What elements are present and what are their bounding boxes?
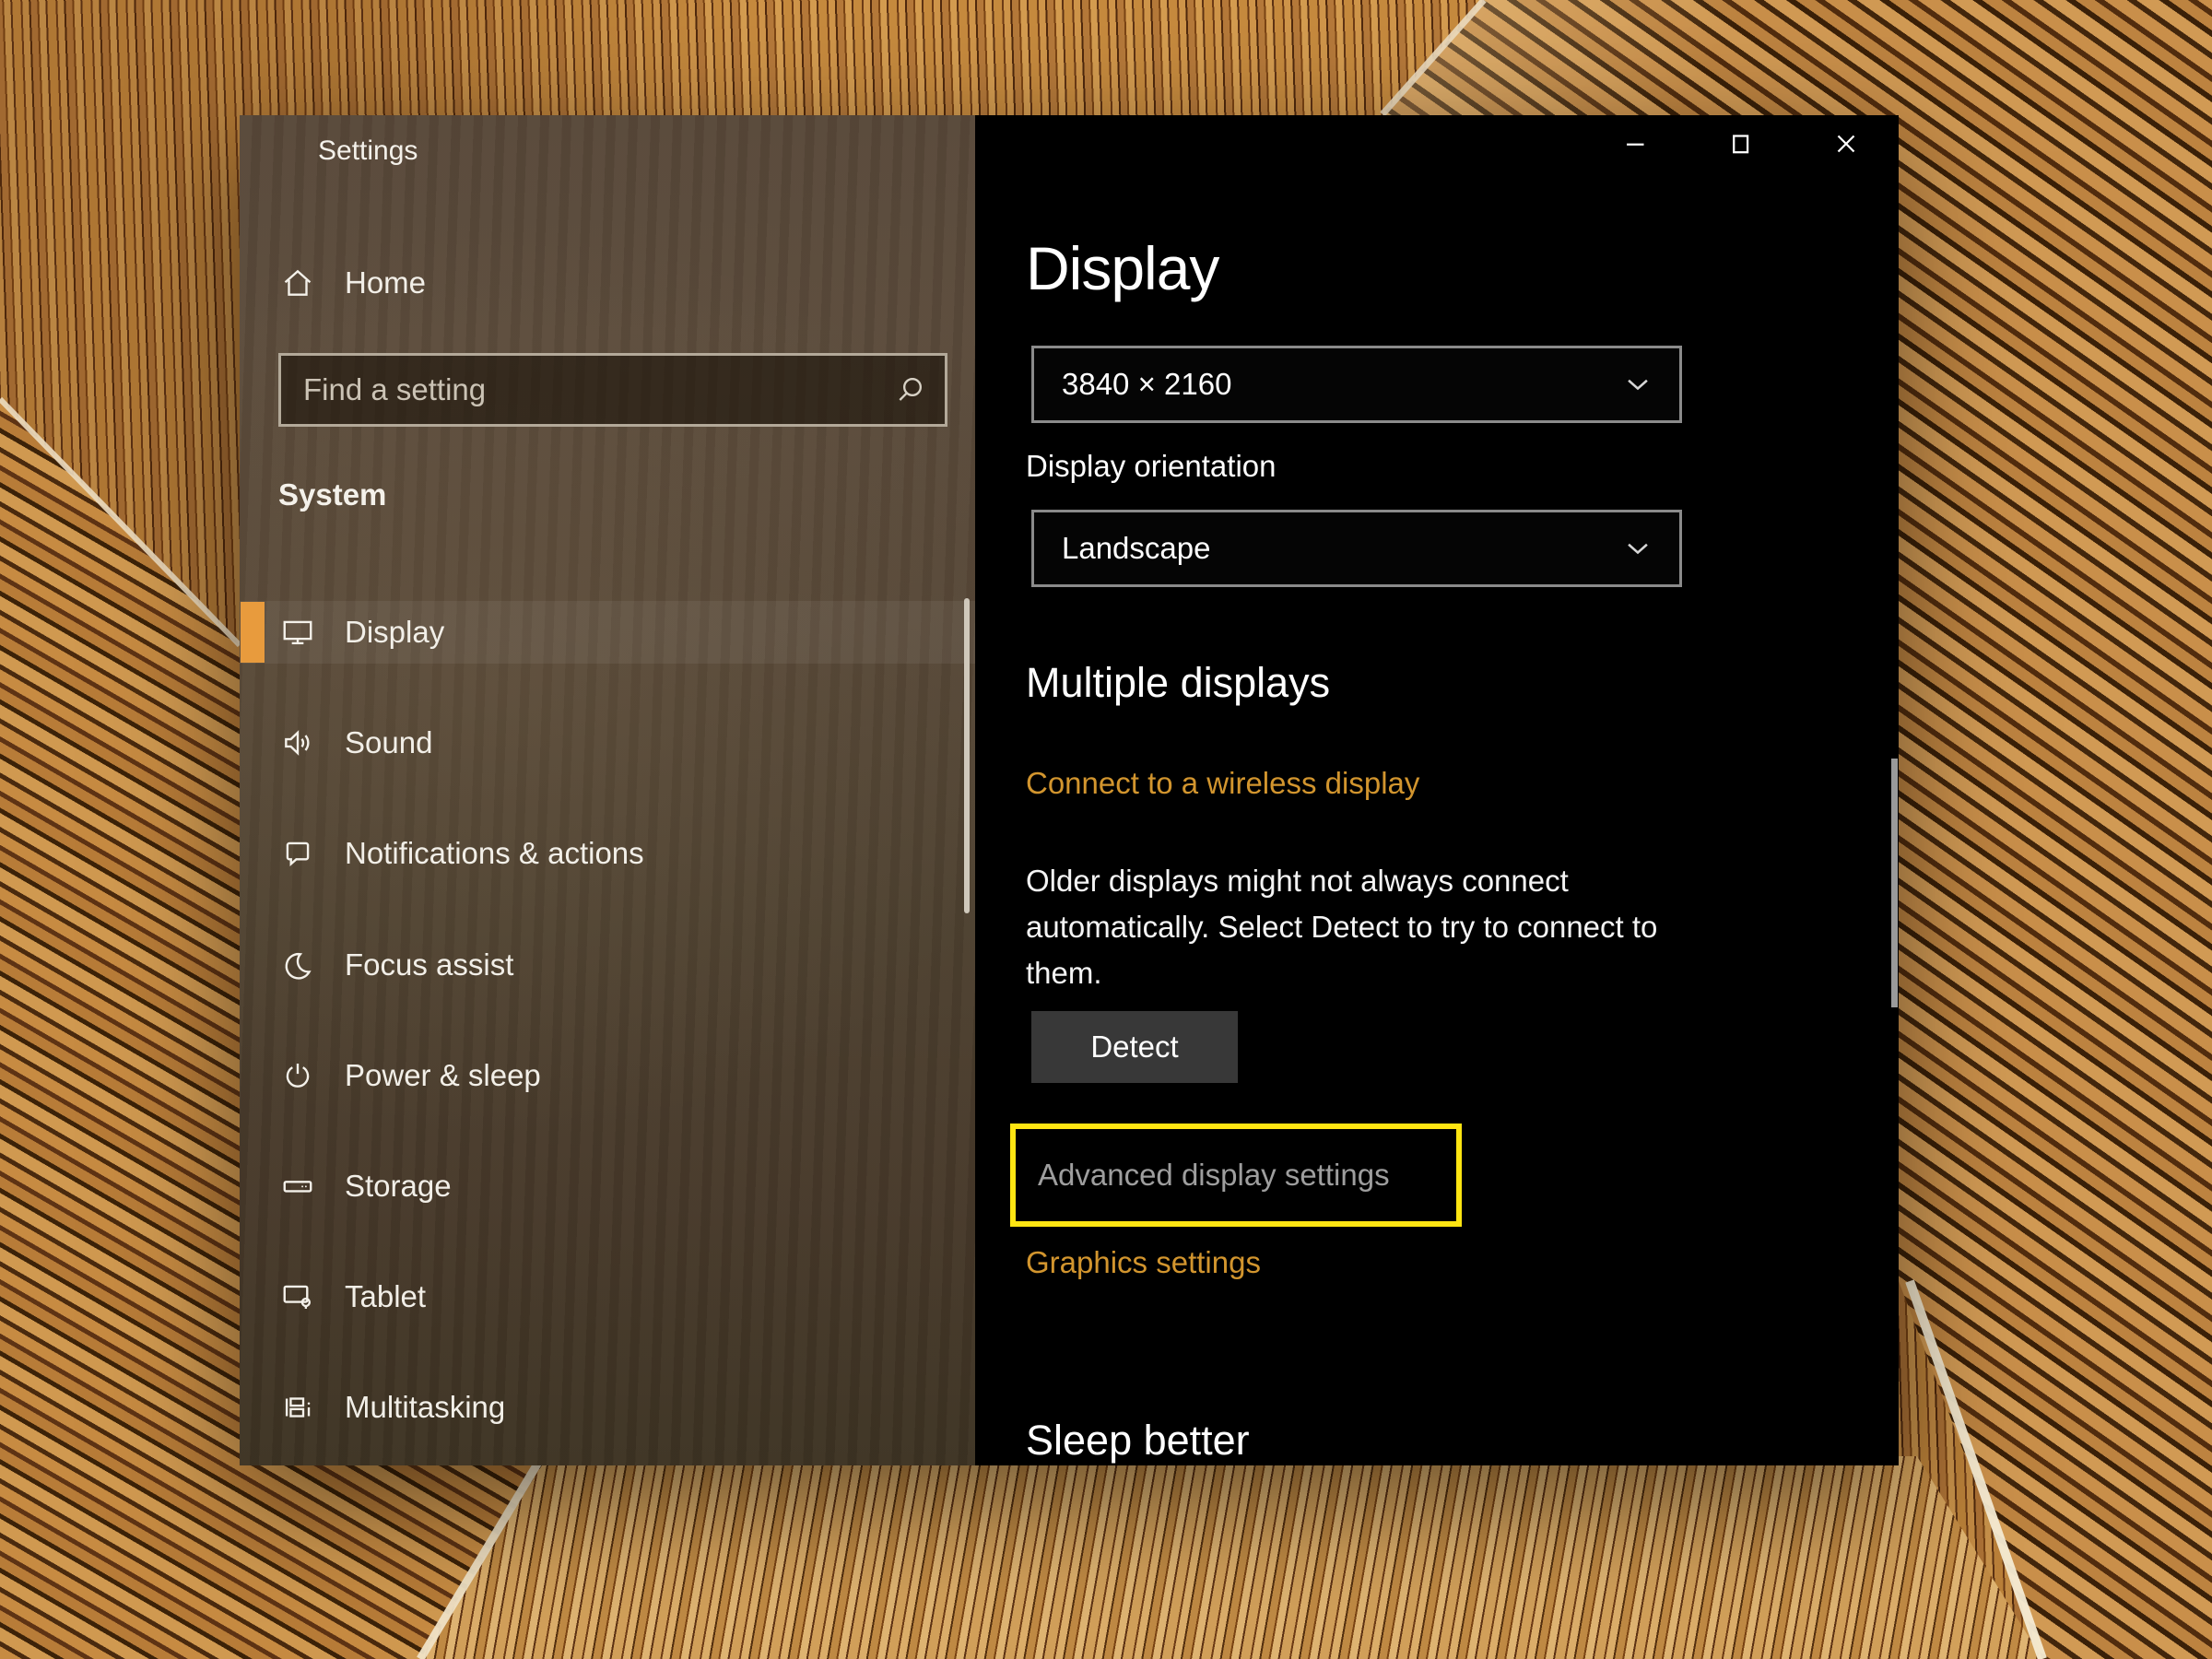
home-icon — [280, 265, 315, 300]
sidebar: Settings Home System — [240, 115, 975, 1465]
search-icon — [891, 371, 928, 408]
sidebar-item-label: Sound — [345, 725, 433, 759]
content-scrollbar[interactable] — [1891, 759, 1898, 1007]
sidebar-item-storage[interactable]: Storage — [240, 1155, 975, 1218]
connect-wireless-display-link[interactable]: Connect to a wireless display — [1026, 766, 1419, 801]
sidebar-item-label: Storage — [345, 1169, 452, 1203]
sidebar-item-label: Multitasking — [345, 1390, 506, 1424]
sidebar-item-sound[interactable]: Sound — [240, 712, 975, 774]
power-icon — [280, 1058, 315, 1093]
sidebar-item-notifications[interactable]: Notifications & actions — [240, 822, 975, 885]
sidebar-item-display[interactable]: Display — [240, 601, 975, 664]
sidebar-item-label: Notifications & actions — [345, 836, 644, 870]
highlight-annotation-box: Advanced display settings — [1010, 1124, 1462, 1227]
window-title: Settings — [318, 135, 418, 166]
multiple-displays-heading: Multiple displays — [1026, 659, 1331, 706]
sidebar-item-label: Focus assist — [345, 947, 514, 982]
storage-icon — [280, 1169, 315, 1204]
content-pane: Display 3840 × 2160 Display orientation … — [975, 115, 1899, 1465]
close-icon — [1830, 128, 1862, 164]
detect-description-line: them. — [1026, 956, 1102, 990]
sidebar-item-power-sleep[interactable]: Power & sleep — [240, 1044, 975, 1107]
search-box — [278, 353, 947, 427]
chevron-down-icon — [1622, 369, 1653, 400]
detect-description-line: Older displays might not always connect — [1026, 864, 1569, 898]
page-title: Display — [1026, 234, 1219, 302]
minimize-icon — [1620, 128, 1652, 164]
display-icon — [280, 615, 315, 650]
sidebar-item-multitasking[interactable]: Multitasking — [240, 1376, 975, 1439]
sidebar-item-focus-assist[interactable]: Focus assist — [240, 934, 975, 996]
sidebar-item-home[interactable]: Home — [240, 252, 975, 314]
sidebar-item-label: Home — [345, 265, 427, 300]
maximize-button[interactable] — [1688, 115, 1794, 176]
multitasking-icon — [280, 1390, 315, 1425]
sidebar-item-label: Power & sleep — [345, 1058, 541, 1092]
chevron-down-icon — [1622, 533, 1653, 564]
orientation-dropdown[interactable]: Landscape — [1031, 510, 1682, 587]
focus-assist-icon — [280, 947, 315, 982]
tablet-icon — [280, 1279, 315, 1314]
sidebar-section-system: System — [278, 477, 387, 512]
advanced-display-settings-link[interactable]: Advanced display settings — [1038, 1129, 1390, 1221]
graphics-settings-link[interactable]: Graphics settings — [1026, 1245, 1261, 1280]
detect-button[interactable]: Detect — [1031, 1011, 1238, 1083]
notifications-icon — [280, 836, 315, 871]
minimize-button[interactable] — [1583, 115, 1688, 176]
window-caption-buttons — [1583, 115, 1899, 176]
resolution-dropdown[interactable]: 3840 × 2160 — [1031, 346, 1682, 423]
sidebar-item-label: Display — [345, 615, 445, 649]
search-input[interactable] — [281, 356, 945, 424]
sidebar-item-tablet[interactable]: Tablet — [240, 1265, 975, 1328]
screen: Settings Home System — [0, 0, 2212, 1659]
close-button[interactable] — [1794, 115, 1899, 176]
selected-accent-bar — [241, 602, 265, 663]
sidebar-item-label: Tablet — [345, 1279, 427, 1313]
orientation-label: Display orientation — [1026, 449, 1277, 483]
sound-icon — [280, 725, 315, 760]
maximize-icon — [1725, 128, 1757, 164]
sidebar-scrollbar[interactable] — [964, 598, 970, 913]
settings-window: Settings Home System — [240, 115, 1899, 1465]
orientation-value: Landscape — [1062, 531, 1211, 565]
resolution-value: 3840 × 2160 — [1062, 367, 1232, 401]
detect-description: Older displays might not always connect … — [1026, 858, 1657, 996]
sleep-better-heading: Sleep better — [1026, 1417, 1250, 1464]
detect-description-line: automatically. Select Detect to try to c… — [1026, 910, 1658, 944]
